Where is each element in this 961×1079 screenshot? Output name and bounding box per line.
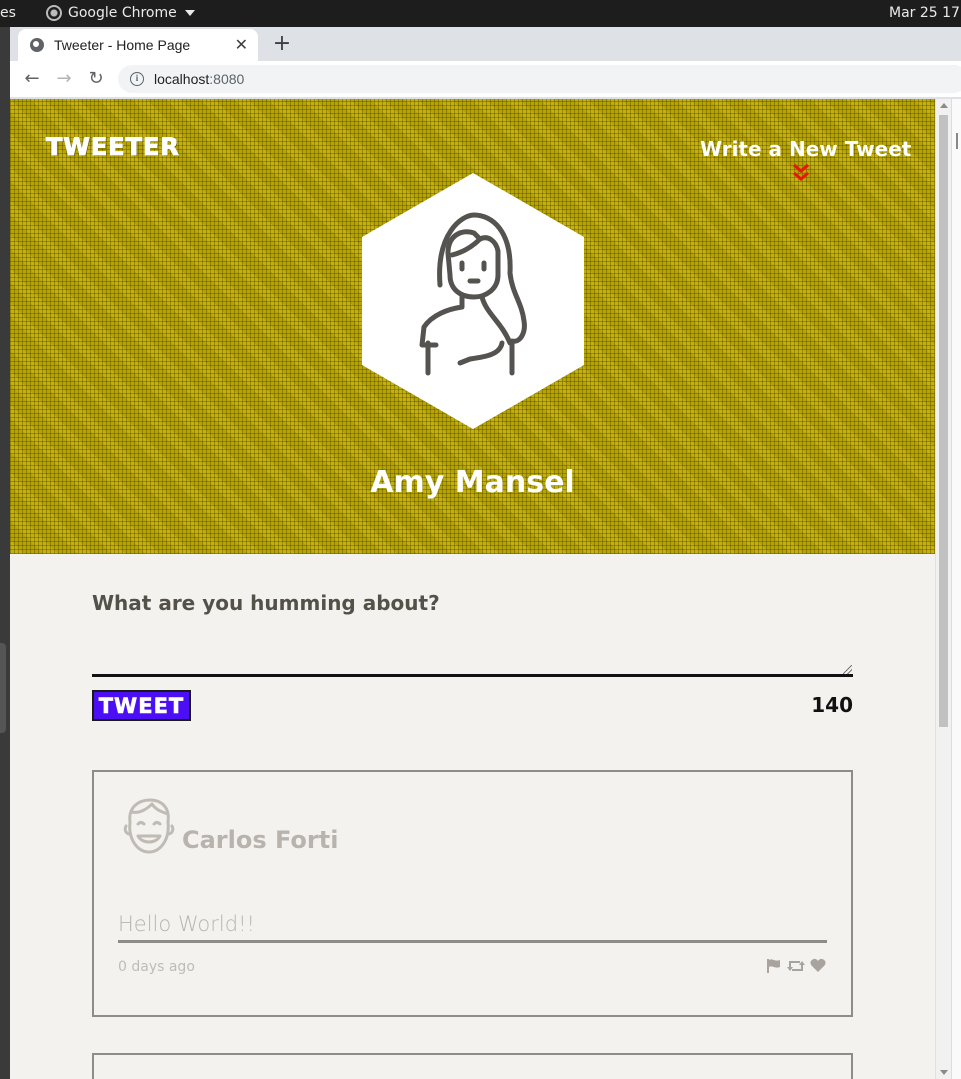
globe-icon — [30, 38, 44, 52]
compose-textarea[interactable] — [92, 619, 853, 677]
tweet-card — [92, 1053, 853, 1079]
tab-tweeter-home[interactable]: Tweeter - Home Page ✕ — [18, 29, 258, 61]
app-menu[interactable]: Google Chrome — [46, 5, 195, 21]
profile-name: Amy Mansel — [370, 465, 575, 500]
browser-toolbar: ← → ↻ i localhost:8080 — [10, 61, 961, 97]
app-menu-label: Google Chrome — [68, 5, 177, 21]
browser-window: Tweeter - Home Page ✕ + ← → ↻ i localhos… — [10, 27, 961, 1079]
brand-logo[interactable]: TWEETER — [46, 133, 180, 162]
desktop-edge — [0, 27, 10, 1079]
clock[interactable]: Mar 25 17: — [889, 5, 961, 21]
reload-button[interactable]: ↻ — [84, 67, 108, 91]
close-tab-icon[interactable]: ✕ — [235, 35, 248, 54]
page-scrollbar[interactable] — [935, 99, 951, 1079]
tab-strip: Tweeter - Home Page ✕ + — [10, 27, 961, 61]
tweet-author-name: Carlos Forti — [182, 826, 339, 854]
new-tab-button[interactable]: + — [270, 31, 294, 56]
adjacent-window-edge — [951, 99, 961, 1079]
chrome-icon — [46, 5, 62, 21]
page-viewport: TWEETER Write a New Tweet Amy Mansel Wha… — [10, 99, 935, 1079]
profile-avatar — [362, 173, 584, 429]
url-host: localhost — [154, 71, 210, 87]
compose-prompt-label: What are you humming about? — [92, 591, 440, 615]
tab-title: Tweeter - Home Page — [54, 37, 191, 53]
tweet-text: Hello World!! — [118, 912, 827, 943]
flag-icon[interactable] — [766, 958, 782, 974]
retweet-icon[interactable] — [786, 958, 806, 974]
activities-label[interactable]: es — [0, 5, 16, 21]
write-new-tweet-link[interactable]: Write a New Tweet — [700, 137, 911, 161]
tweet-timestamp: 0 days ago — [118, 959, 195, 975]
textarea-resize-handle[interactable] — [843, 665, 852, 674]
scrollbar-thumb[interactable] — [939, 115, 948, 727]
caret-down-icon — [184, 10, 195, 16]
tweet-card: Carlos Forti Hello World!! 0 days ago — [92, 770, 853, 1017]
dock-edge — [0, 643, 6, 733]
tweet-button[interactable]: TWEET — [92, 690, 191, 721]
screen: es Google Chrome Mar 25 17: Tweeter - Ho… — [0, 0, 961, 1079]
site-info-icon[interactable]: i — [130, 72, 144, 86]
tweet-author-avatar — [123, 798, 175, 854]
os-top-bar: es Google Chrome Mar 25 17: — [0, 0, 961, 27]
forward-button[interactable]: → — [52, 67, 76, 91]
heart-icon[interactable] — [810, 958, 826, 974]
character-counter: 140 — [811, 693, 853, 717]
tweet-actions — [766, 958, 826, 974]
adjacent-window-marker — [956, 133, 958, 149]
url-port: :8080 — [209, 71, 245, 87]
scroll-up-icon[interactable] — [940, 103, 948, 108]
profile-header: TWEETER Write a New Tweet Amy Mansel — [10, 99, 935, 554]
address-bar[interactable]: i localhost:8080 — [118, 65, 961, 93]
back-button[interactable]: ← — [20, 67, 44, 91]
scroll-down-icon[interactable] — [940, 1070, 948, 1075]
double-chevron-down-icon[interactable] — [792, 163, 810, 183]
